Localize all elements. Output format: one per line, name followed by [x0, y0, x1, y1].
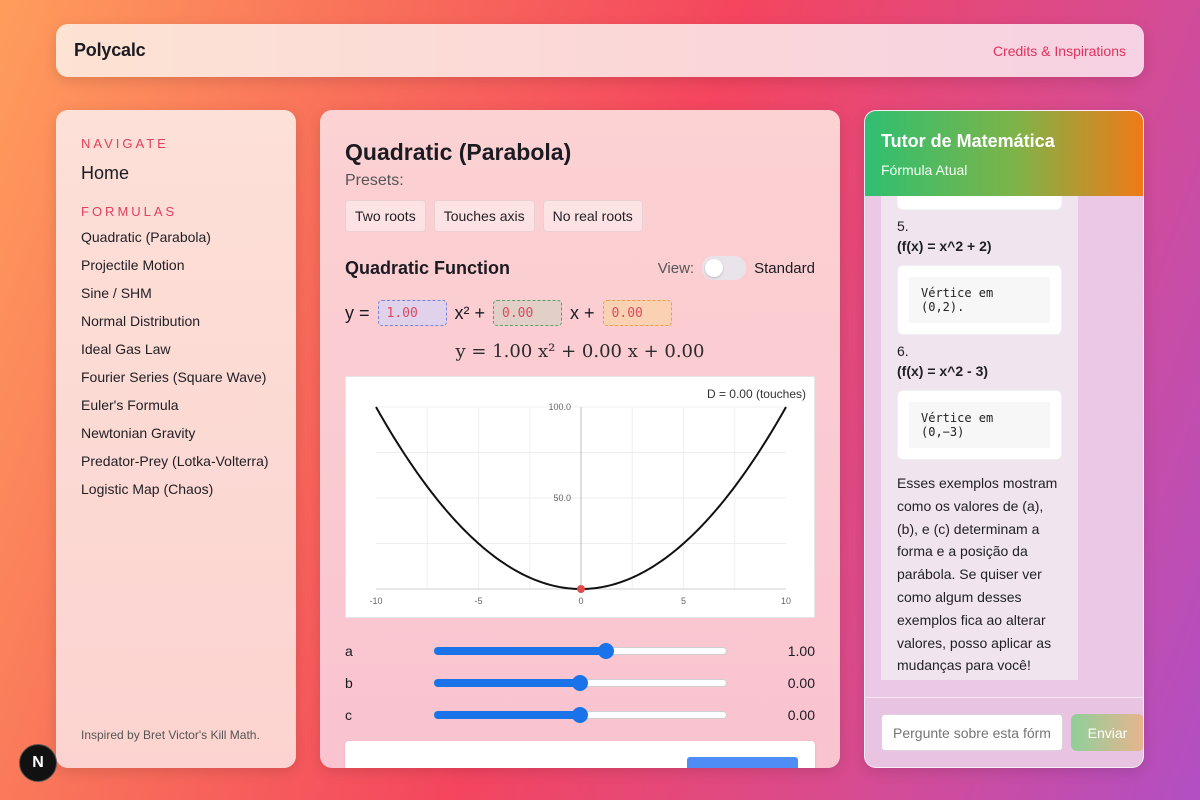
view-toggle[interactable]: [702, 256, 747, 280]
example-5-codebox: Vértice em (0,2).: [897, 265, 1062, 335]
top-navbar: Polycalc Credits & Inspirations: [56, 24, 1144, 77]
slider-row-c: c 0.00: [345, 699, 815, 731]
framework-badge-button[interactable]: N: [19, 744, 57, 782]
slider-c-value: 0.00: [787, 707, 815, 723]
main-panel: Quadratic (Parabola) Presets: Two roots …: [320, 110, 840, 768]
navigate-heading: NAVIGATE: [81, 136, 169, 151]
slider-row-a: a 1.00: [345, 635, 815, 667]
presets-label: Presets:: [345, 172, 404, 189]
sidebar-item-ideal-gas[interactable]: Ideal Gas Law: [81, 339, 271, 359]
example-5-formula: (f(x) = x^2 + 2): [897, 238, 992, 254]
slider-c-label: c: [345, 707, 352, 723]
slider-b-value: 0.00: [787, 675, 815, 691]
slider-b[interactable]: [433, 675, 727, 691]
sidebar-item-fourier[interactable]: Fourier Series (Square Wave): [81, 367, 271, 387]
coefficient-sliders: a 1.00 b 0.00 c 0.00: [345, 635, 815, 731]
x-tick-label: 10: [781, 596, 791, 606]
tutor-chat-panel: Tutor de Matemática Fórmula Atual 5. (f(…: [864, 110, 1144, 768]
view-toggle-group: View: Standard: [658, 256, 815, 280]
x-tick-label: -10: [369, 596, 382, 606]
function-header: Quadratic Function View: Standard: [345, 256, 815, 280]
sidebar-item-logistic[interactable]: Logistic Map (Chaos): [81, 479, 271, 499]
preset-touches-axis-button[interactable]: Touches axis: [433, 200, 535, 232]
previous-codebox: [897, 196, 1062, 210]
slider-a-label: a: [345, 643, 353, 659]
equation-editor: y = 1.00 x² + 0.00 x + 0.00: [345, 300, 815, 326]
sidebar-item-quadratic[interactable]: Quadratic (Parabola): [81, 227, 271, 247]
view-value: Standard: [754, 259, 815, 277]
sidebar-footer: Inspired by Bret Victor's Kill Math.: [81, 728, 260, 742]
slider-a[interactable]: [433, 643, 727, 659]
slider-b-label: b: [345, 675, 353, 691]
credits-link[interactable]: Credits & Inspirations: [993, 43, 1126, 59]
sidebar-item-predator-prey[interactable]: Predator-Prey (Lotka-Volterra): [81, 451, 271, 471]
parabola-chart[interactable]: -10 -5 0 5 10 50.0 100.0 D = 0.00 (touches): [345, 376, 815, 618]
send-button[interactable]: Enviar: [1071, 714, 1143, 751]
formula-list: Quadratic (Parabola) Projectile Motion S…: [81, 227, 271, 499]
discriminant-label: D = 0.00 (touches): [707, 387, 806, 401]
slider-row-b: b 0.00: [345, 667, 815, 699]
assistant-paragraph: Esses exemplos mostram como os valores d…: [897, 475, 1058, 674]
slider-c-fill: [434, 711, 580, 719]
eq-prefix: y =: [345, 302, 370, 323]
example-6-code: Vértice em (0,−3): [909, 402, 1050, 448]
coef-c-input[interactable]: 0.00: [602, 300, 672, 326]
chat-title: Tutor de Matemática: [881, 131, 1055, 151]
presets-group: Two roots Touches axis No real roots: [345, 200, 815, 232]
chat-header: Tutor de Matemática Fórmula Atual: [865, 111, 1143, 196]
slider-c-thumb[interactable]: [572, 707, 588, 723]
y-tick-label: 50.0: [553, 493, 571, 503]
sidebar-item-normal[interactable]: Normal Distribution: [81, 311, 271, 331]
x-tick-label: -5: [474, 596, 482, 606]
assistant-message: 5. (f(x) = x^2 + 2) Vértice em (0,2). 6.…: [881, 196, 1078, 680]
coef-b-input[interactable]: 0.00: [493, 300, 563, 326]
eq-x-term: x +: [570, 302, 595, 323]
example-6-number: 6.: [897, 343, 909, 359]
vertex-point: [577, 585, 585, 593]
example-6-codebox: Vértice em (0,−3): [897, 390, 1062, 460]
sidebar-item-euler[interactable]: Euler's Formula: [81, 395, 271, 415]
rendered-equation: y = 1.00 x² + 0.00 x + 0.00: [455, 341, 705, 362]
view-label: View:: [657, 259, 695, 277]
sidebar-item-sine[interactable]: Sine / SHM: [81, 283, 271, 303]
x-tick-label: 0: [578, 596, 583, 606]
slider-b-thumb[interactable]: [572, 675, 588, 691]
brand-logo[interactable]: Polycalc: [74, 40, 146, 61]
preset-two-roots-button[interactable]: Two roots: [345, 200, 426, 232]
slider-a-value: 1.00: [787, 643, 815, 659]
slider-c[interactable]: [433, 707, 727, 723]
formulas-heading: FORMULAS: [81, 204, 178, 219]
eq-x2-term: x² +: [454, 302, 486, 323]
preset-no-real-roots-button[interactable]: No real roots: [542, 200, 643, 232]
chat-messages[interactable]: 5. (f(x) = x^2 + 2) Vértice em (0,2). 6.…: [881, 196, 1078, 680]
chat-subtitle: Fórmula Atual: [881, 162, 968, 178]
chart-svg: -10 -5 0 5 10 50.0 100.0 D = 0.00 (touches): [369, 387, 806, 606]
x-tick-label: 5: [681, 596, 686, 606]
bottom-card: [345, 741, 815, 768]
y-tick-label: 100.0: [548, 402, 571, 412]
coef-a-input[interactable]: 1.00: [377, 300, 447, 326]
sidebar-item-projectile[interactable]: Projectile Motion: [81, 255, 271, 275]
toggle-knob: [705, 259, 724, 277]
slider-b-fill: [434, 679, 580, 687]
page-title: Quadratic (Parabola): [345, 139, 572, 165]
slider-a-thumb[interactable]: [598, 643, 615, 659]
sidebar: NAVIGATE Home FORMULAS Quadratic (Parabo…: [56, 110, 296, 768]
chat-input[interactable]: [881, 714, 1063, 751]
example-5-code: Vértice em (0,2).: [909, 277, 1050, 323]
home-link[interactable]: Home: [81, 163, 271, 184]
sidebar-item-gravity[interactable]: Newtonian Gravity: [81, 423, 271, 443]
bottom-card-button[interactable]: [687, 757, 798, 768]
slider-a-fill: [434, 647, 607, 655]
function-title: Quadratic Function: [345, 257, 511, 278]
example-6-formula: (f(x) = x^2 - 3): [897, 363, 989, 379]
example-5-number: 5.: [897, 218, 909, 234]
chat-input-area: Enviar: [865, 697, 1143, 767]
